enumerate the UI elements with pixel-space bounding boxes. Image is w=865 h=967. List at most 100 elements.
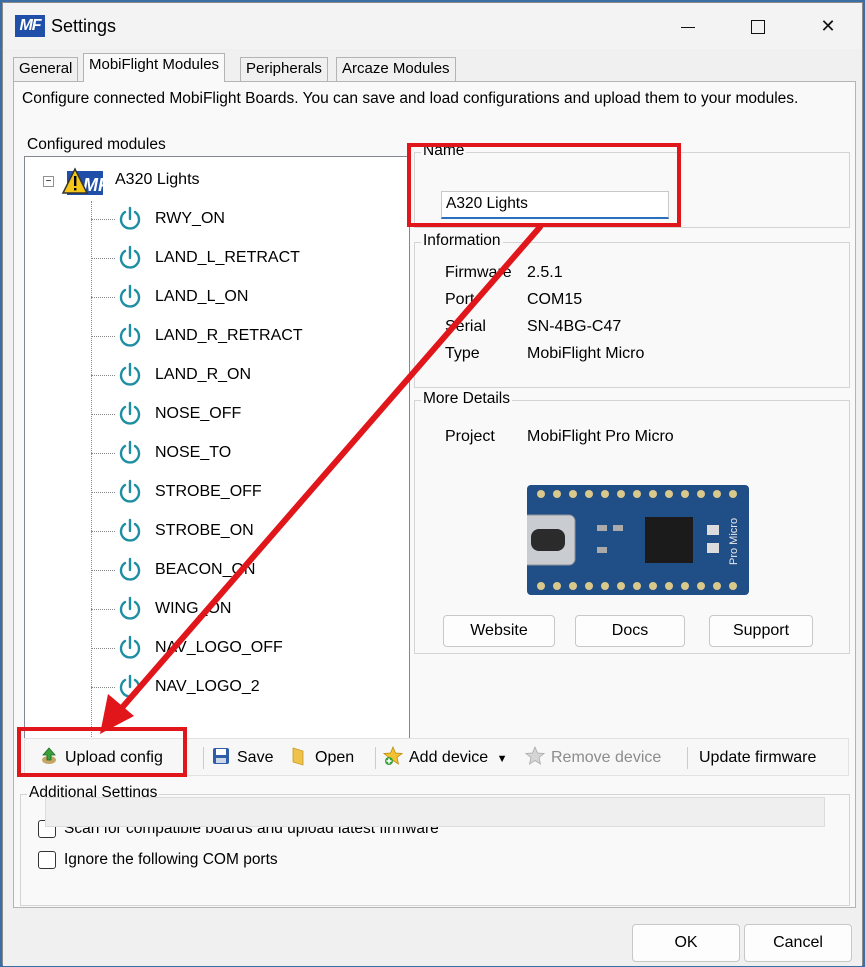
tree-item-label: LAND_R_RETRACT	[155, 327, 303, 344]
power-icon	[119, 479, 141, 503]
power-icon	[119, 362, 141, 386]
power-icon	[119, 596, 141, 620]
tree-item[interactable]: BEACON_ON	[91, 552, 391, 591]
power-icon	[119, 206, 141, 230]
module-root-label[interactable]: A320 Lights	[115, 171, 200, 189]
tree-item-label: NOSE_TO	[155, 444, 232, 461]
minimize-button[interactable]	[653, 3, 723, 49]
tree-connector	[91, 609, 115, 610]
save-icon	[213, 748, 229, 764]
tree-item[interactable]: LAND_L_RETRACT	[91, 240, 391, 279]
tree-item-label: STROBE_OFF	[155, 483, 262, 500]
tree-item[interactable]: WING_ON	[91, 591, 391, 630]
tree-connector	[91, 453, 115, 454]
info-value: COM15	[527, 291, 583, 308]
power-icon	[119, 245, 141, 269]
tree-item[interactable]: STROBE_OFF	[91, 474, 391, 513]
power-icon	[119, 635, 141, 659]
info-key: Serial	[445, 318, 486, 335]
tree-connector	[91, 414, 115, 415]
info-key: Firmware	[445, 264, 512, 281]
tree-item[interactable]: LAND_R_ON	[91, 357, 391, 396]
toolbar-separator	[203, 747, 204, 769]
dropdown-arrow-icon[interactable]: ▼	[497, 753, 508, 765]
tab-arcaze-modules[interactable]: Arcaze Modules	[336, 57, 456, 81]
app-logo: MF	[15, 15, 45, 37]
info-value: SN-4BG-C47	[527, 318, 622, 335]
info-value: MobiFlight Micro	[527, 345, 645, 362]
tree-item-label: STROBE_ON	[155, 522, 254, 539]
tree-connector	[91, 375, 115, 376]
more-details-label: More Details	[421, 390, 512, 408]
tree-item-label: RWY_ON	[155, 210, 225, 227]
remove-device-button[interactable]: Remove device	[525, 745, 661, 771]
maximize-button[interactable]	[723, 3, 793, 49]
tree-connector	[91, 336, 115, 337]
information-group: Information Firmware 2.5.1 Port COM15 Se…	[414, 232, 850, 388]
board-label: Pro Micro	[728, 518, 740, 565]
toolbar-separator	[687, 747, 688, 769]
title-bar[interactable]: MF Settings ✕	[3, 3, 862, 49]
close-button[interactable]: ✕	[793, 3, 863, 49]
tree-item-label: LAND_L_RETRACT	[155, 249, 300, 266]
tree-item[interactable]: RWY_ON	[91, 201, 391, 240]
intro-text: Configure connected MobiFlight Boards. Y…	[22, 90, 799, 107]
power-icon	[119, 518, 141, 542]
save-button[interactable]: Save	[211, 745, 273, 771]
info-key: Port	[445, 291, 475, 308]
close-icon: ✕	[820, 16, 836, 36]
cancel-button[interactable]: Cancel	[744, 924, 852, 962]
support-button[interactable]: Support	[709, 615, 813, 647]
tab-mobiflight-modules[interactable]: MobiFlight Modules	[83, 53, 226, 82]
power-icon	[119, 401, 141, 425]
tree-connector	[91, 492, 115, 493]
tree-item[interactable]: NAV_LOGO_OFF	[91, 630, 391, 669]
tree-item[interactable]: STROBE_ON	[91, 513, 391, 552]
save-label: Save	[237, 749, 274, 766]
tree-item-label: BEACON_ON	[155, 561, 256, 578]
tab-general[interactable]: General	[13, 57, 79, 81]
collapse-icon[interactable]: −	[43, 176, 54, 187]
module-tree[interactable]: − MF A320 Lights RWY_ON LAND_L_RETRACT LAN…	[24, 156, 410, 747]
add-device-button[interactable]: Add device ▼	[383, 745, 508, 771]
tree-connector	[91, 297, 115, 298]
ok-button[interactable]: OK	[632, 924, 740, 962]
configured-modules-label: Configured modules	[25, 136, 168, 154]
info-key: Type	[445, 345, 480, 362]
tree-item[interactable]: NOSE_TO	[91, 435, 391, 474]
tree-item[interactable]: NAV_LOGO_2	[91, 669, 391, 708]
tree-item-label: NOSE_OFF	[155, 405, 242, 422]
tree-item[interactable]: LAND_L_ON	[91, 279, 391, 318]
website-button[interactable]: Website	[443, 615, 555, 647]
remove-device-label: Remove device	[551, 749, 662, 766]
tree-connector	[91, 570, 115, 571]
ignored-com-ports-input[interactable]	[45, 797, 825, 827]
info-key: Project	[445, 428, 495, 445]
dialog-footer: OK Cancel	[3, 908, 862, 966]
open-folder-icon	[292, 747, 304, 766]
remove-star-icon	[525, 746, 545, 765]
tree-connector	[91, 687, 115, 688]
open-button[interactable]: Open	[289, 745, 354, 771]
tree-connector	[91, 648, 115, 649]
window-title: Settings	[51, 16, 117, 36]
info-value: MobiFlight Pro Micro	[527, 428, 674, 445]
open-label: Open	[315, 749, 355, 766]
tree-item-label: LAND_L_ON	[155, 288, 249, 305]
tree-item[interactable]: NOSE_OFF	[91, 396, 391, 435]
ignore-com-label: Ignore the following COM ports	[64, 851, 278, 868]
power-icon	[119, 440, 141, 464]
tree-connector	[91, 219, 115, 220]
docs-button[interactable]: Docs	[575, 615, 685, 647]
update-firmware-button[interactable]: Update firmware	[699, 745, 816, 771]
tree-connector	[91, 531, 115, 532]
ignore-com-checkbox[interactable]	[38, 851, 56, 869]
tree-item-label: NAV_LOGO_OFF	[155, 639, 283, 656]
power-icon	[119, 674, 141, 698]
power-icon	[119, 323, 141, 347]
tab-peripherals[interactable]: Peripherals	[240, 57, 328, 81]
info-value: 2.5.1	[527, 264, 563, 281]
power-icon	[119, 557, 141, 581]
toolbar-separator	[375, 747, 376, 769]
tree-item[interactable]: LAND_R_RETRACT	[91, 318, 391, 357]
